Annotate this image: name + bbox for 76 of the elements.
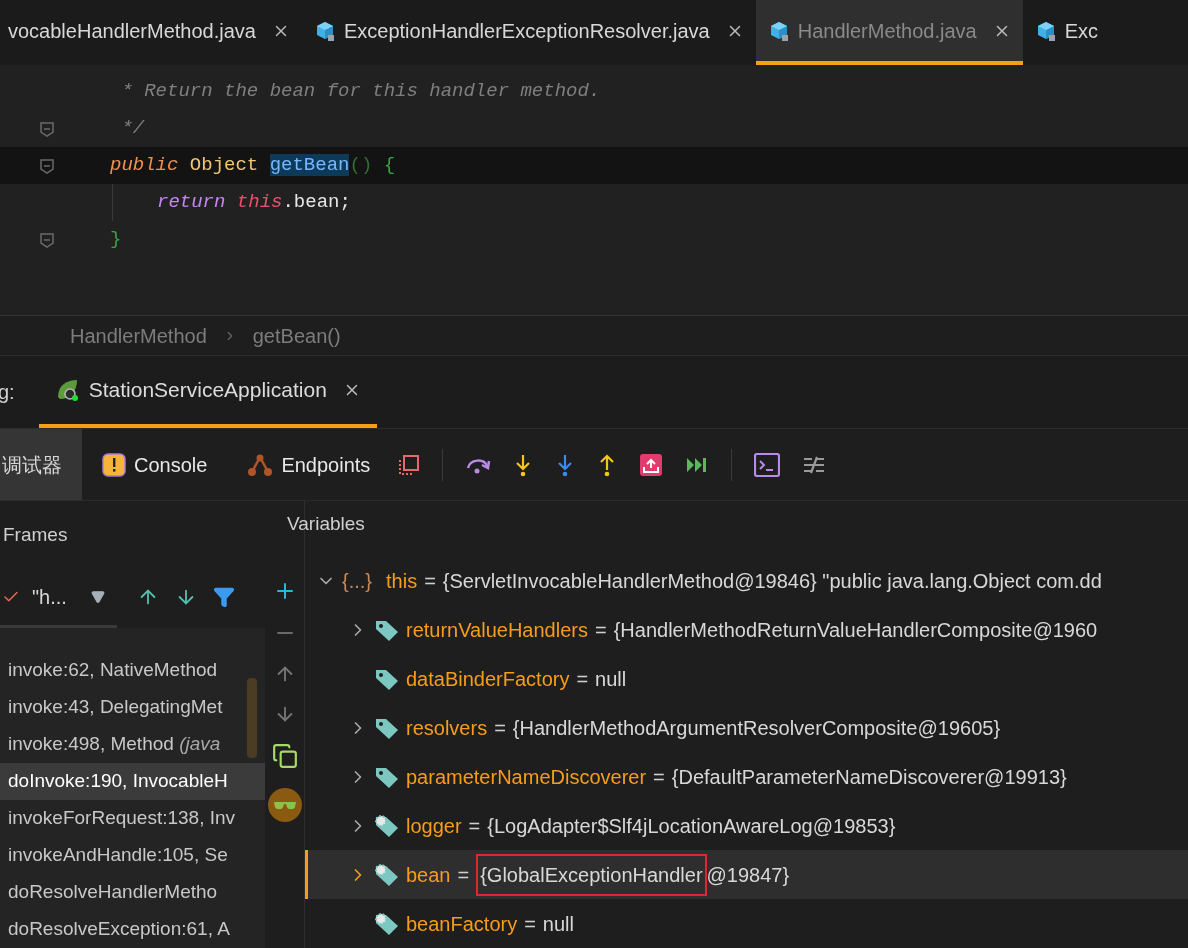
equals-sign: = [494, 715, 506, 741]
editor-tab[interactable]: HandlerMethod.java [755, 0, 1023, 65]
tag-icon [374, 862, 400, 887]
frame-row[interactable]: invoke:498, Method (java [0, 726, 265, 763]
tab-label: Console [134, 452, 208, 478]
tag-icon [374, 911, 400, 936]
fold-marker-icon[interactable] [40, 231, 54, 248]
tag-icon [374, 813, 400, 838]
equals-sign: = [424, 568, 436, 594]
tab-label: Exc [1064, 18, 1099, 44]
scrollbar-thumb[interactable] [247, 678, 257, 758]
debugger-tab[interactable]: Console [82, 429, 228, 500]
frame-row[interactable]: doResolveHandlerMetho [0, 874, 265, 911]
glasses-icon[interactable] [266, 787, 303, 823]
editor-tab[interactable]: ExceptionHandlerExceptionResolver.java [301, 0, 756, 65]
variable-value: {ServletInvocableHandlerMethod@19846} "public java.lang.Object com.dd [442, 568, 1102, 594]
drop-frame-icon[interactable] [639, 452, 664, 477]
tab-label: vocableHandlerMethod.java [8, 18, 256, 44]
variable-name[interactable]: bean [406, 859, 451, 890]
code-line: return this.bean; [157, 190, 351, 216]
breadcrumb-item[interactable]: HandlerMethod [70, 320, 207, 351]
highlighted-value: {GlobalExceptionHandler [476, 853, 707, 896]
frame-row[interactable]: invoke:62, NativeMethod [0, 652, 265, 689]
dropdown-icon [90, 590, 105, 605]
frame-row[interactable]: invokeAndHandle:105, Se [0, 837, 265, 874]
tab-label: ExceptionHandlerExceptionResolver.java [343, 18, 710, 44]
code-line: public Object getBean() { [110, 153, 396, 179]
variable-value: null [595, 666, 627, 692]
equals-sign: = [653, 764, 665, 790]
tab-label: Endpoints [281, 452, 371, 478]
fold-marker-icon[interactable] [40, 120, 54, 137]
variable-value: {HandlerMethodReturnValueHandlerComposite@1960 [613, 617, 1098, 643]
copy-icon[interactable] [271, 743, 298, 769]
frame-row[interactable]: doResolveException:61, A [0, 911, 265, 948]
frame-row[interactable]: doInvoke:190, InvocableH [0, 763, 265, 800]
variable-name[interactable]: beanFactory [406, 908, 518, 939]
variable-name[interactable]: returnValueHandlers [406, 614, 588, 645]
equals-sign: = [468, 813, 481, 839]
panel-title: Variables [287, 511, 365, 536]
tab-label: 调试器 [2, 452, 62, 478]
warning-icon [102, 452, 126, 477]
variable-name[interactable]: logger [406, 810, 462, 841]
debugger-tab[interactable]: 调试器 [0, 429, 82, 500]
thread-dropdown[interactable]: "h... [2, 582, 105, 613]
editor-tab[interactable]: vocableHandlerMethod.java [0, 0, 302, 65]
variable-value: {HandlerMethodArgumentResolverComposite@19605} [512, 715, 1001, 741]
debugger-tab[interactable]: Endpoints [227, 429, 391, 500]
settings-lines-icon[interactable] [802, 454, 827, 475]
tab-label: HandlerMethod.java [797, 18, 977, 44]
object-label: {...} [342, 568, 373, 594]
variable-name[interactable]: dataBinderFactory [406, 663, 570, 694]
equals-sign: = [576, 666, 589, 692]
variable-value: {DefaultParameterNameDiscoverer@19913} [671, 764, 1067, 790]
network-icon [247, 452, 274, 477]
frames-icon[interactable] [398, 453, 421, 476]
panel-title: Frames [3, 522, 68, 547]
equals-sign: = [594, 617, 607, 643]
variable-name[interactable]: parameterNameDiscoverer [406, 761, 647, 792]
variable-value: @19847} [706, 862, 790, 888]
variable-value: null [542, 911, 574, 937]
terminal-icon[interactable] [754, 452, 781, 477]
fold-marker-icon[interactable] [40, 157, 54, 174]
frame-row[interactable]: invoke:43, DelegatingMet [0, 689, 265, 726]
variable-name[interactable]: this [386, 565, 418, 596]
code-line: */ [120, 116, 145, 142]
code-line: * Return the bean for this handler method. [120, 79, 601, 105]
equals-sign: = [457, 862, 470, 888]
variable-value: {LogAdapter$Slf4jLocationAwareLog@19853} [487, 813, 896, 839]
equals-sign: = [524, 911, 536, 937]
frame-row[interactable]: invokeForRequest:138, Inv [0, 800, 265, 837]
variable-name[interactable]: resolvers [406, 712, 488, 743]
editor-tab[interactable]: Exc [1022, 0, 1111, 65]
code-line: } [110, 227, 122, 253]
tab-label: StationServiceApplication [88, 377, 327, 404]
filter-icon[interactable] [212, 586, 235, 609]
breadcrumb-item[interactable]: getBean() [252, 320, 341, 351]
